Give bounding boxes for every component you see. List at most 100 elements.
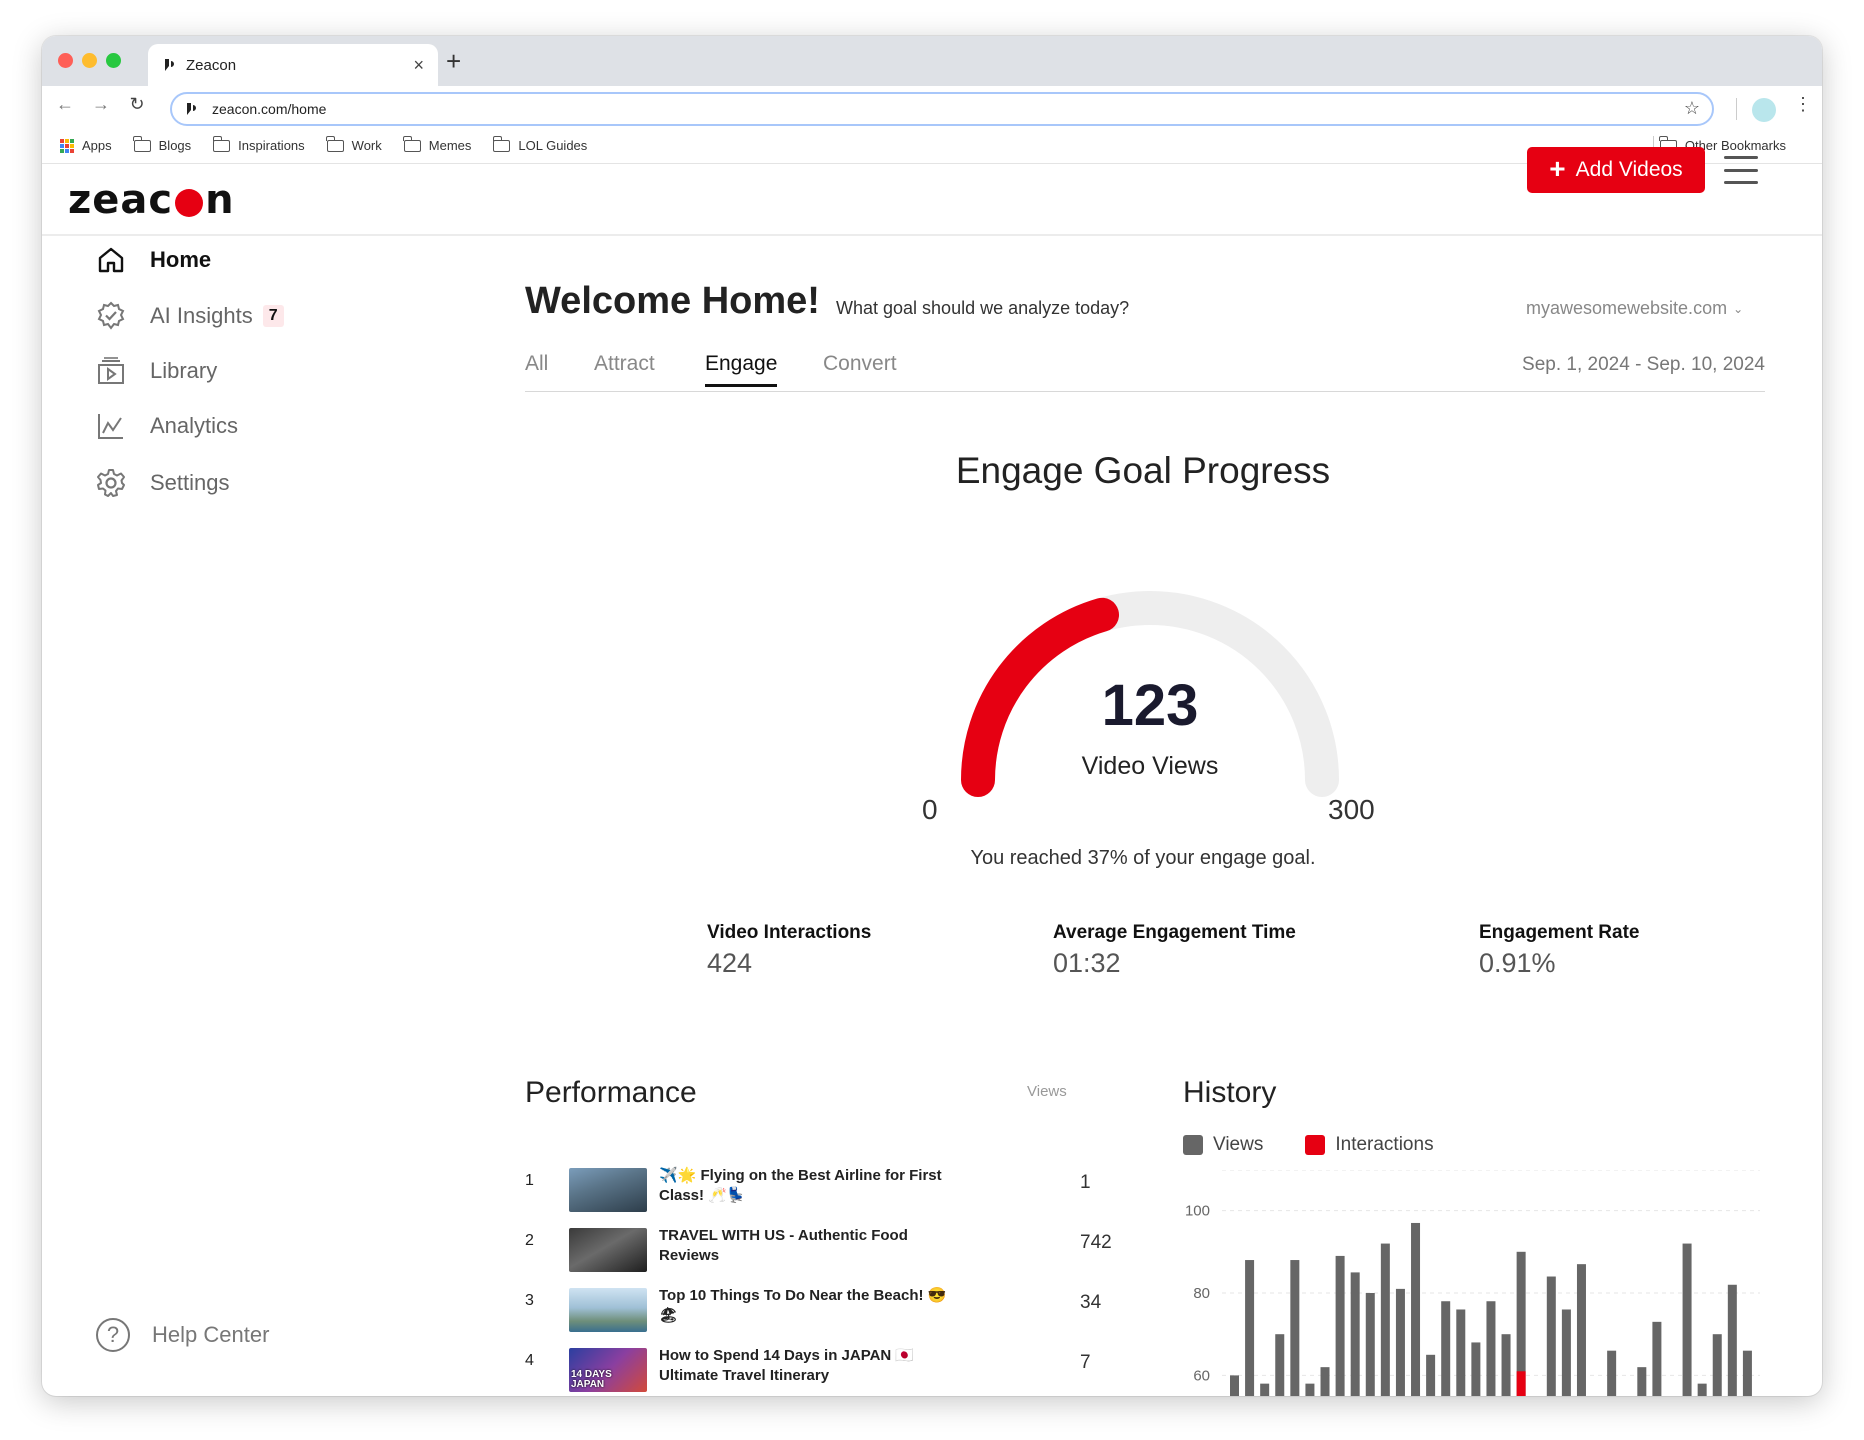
bookmark-lol-guides[interactable]: LOL Guides	[492, 135, 587, 153]
close-window-button[interactable]	[58, 53, 73, 68]
sidebar-item-ai-insights[interactable]: AI Insights 7	[96, 301, 284, 331]
bookmark-star-icon[interactable]: ☆	[1684, 98, 1700, 119]
history-bar-chart: 100 80 60	[1185, 1170, 1760, 1396]
bookmark-label: Work	[351, 138, 382, 153]
views-bar[interactable]	[1471, 1342, 1481, 1396]
views-bar[interactable]	[1697, 1383, 1707, 1396]
views-bar[interactable]	[1637, 1367, 1647, 1396]
gauge-value: 123	[1101, 673, 1199, 738]
bookmark-work[interactable]: Work	[326, 135, 382, 153]
table-row[interactable]: 4 14 DAYS JAPAN How to Spend 14 Days in …	[525, 1346, 1115, 1396]
views-bar[interactable]	[1561, 1309, 1571, 1396]
maximize-window-button[interactable]	[106, 53, 121, 68]
views-bar[interactable]	[1546, 1276, 1556, 1396]
legend-item-interactions[interactable]: Interactions	[1305, 1134, 1434, 1156]
browser-menu-icon[interactable]: ⋮	[1794, 94, 1812, 115]
gauge-title: Engage Goal Progress	[955, 450, 1331, 491]
table-row[interactable]: 2 TRAVEL WITH US - Authentic Food Review…	[525, 1226, 1115, 1276]
views-bar[interactable]	[1395, 1288, 1405, 1396]
views-bar[interactable]	[1230, 1375, 1239, 1396]
site-selector-value: myawesomewebsite.com	[1526, 298, 1728, 318]
tab-convert[interactable]: Convert	[823, 352, 897, 384]
close-tab-icon[interactable]: ×	[413, 55, 424, 76]
browser-tab[interactable]: Zeacon ×	[148, 44, 438, 86]
address-bar[interactable]: zeacon.com/home ☆	[170, 92, 1714, 126]
zeacon-favicon-icon	[165, 59, 174, 71]
video-thumbnail[interactable]	[569, 1228, 647, 1272]
table-row[interactable]: 3 Top 10 Things To Do Near the Beach! 😎🏖…	[525, 1286, 1115, 1336]
views-bar[interactable]	[1742, 1350, 1752, 1396]
views-bar[interactable]	[1426, 1354, 1436, 1396]
tab-attract[interactable]: Attract	[594, 352, 655, 384]
views-bar[interactable]	[1456, 1309, 1466, 1396]
row-rank: 2	[525, 1232, 534, 1249]
video-thumbnail[interactable]	[569, 1288, 647, 1332]
tab-all[interactable]: All	[525, 352, 548, 384]
views-bar[interactable]	[1576, 1264, 1586, 1396]
profile-avatar[interactable]	[1752, 98, 1776, 122]
home-icon	[96, 245, 126, 275]
video-thumbnail[interactable]: 14 DAYS JAPAN	[569, 1348, 647, 1392]
tab-engage[interactable]: Engage	[705, 352, 778, 387]
sidebar-item-label: Home	[150, 247, 212, 272]
views-bar[interactable]	[1365, 1293, 1375, 1396]
views-bar[interactable]	[1305, 1383, 1315, 1396]
sidebar-item-home[interactable]: Home	[96, 245, 211, 275]
reload-icon[interactable]: ↻	[126, 94, 148, 115]
site-info-icon[interactable]	[184, 101, 200, 117]
views-bar[interactable]	[1260, 1383, 1270, 1396]
views-bar[interactable]	[1380, 1243, 1390, 1396]
add-videos-label: Add Videos	[1575, 158, 1683, 181]
sidebar-item-label: AI Insights	[150, 303, 253, 328]
table-row[interactable]: 1 ✈️🌟 Flying on the Best Airline for Fir…	[525, 1166, 1115, 1216]
video-title[interactable]: ✈️🌟 Flying on the Best Airline for First…	[659, 1166, 959, 1206]
video-title[interactable]: How to Spend 14 Days in JAPAN 🇯🇵 Ultimat…	[659, 1346, 959, 1386]
views-bar[interactable]	[1486, 1301, 1496, 1396]
sidebar-item-library[interactable]: Library	[96, 356, 217, 386]
views-bar[interactable]	[1335, 1255, 1345, 1396]
zeacon-logo[interactable]: zeac n	[68, 177, 235, 223]
bookmark-apps[interactable]: Apps	[60, 138, 112, 153]
bookmark-inspirations[interactable]: Inspirations	[212, 135, 305, 153]
new-tab-button[interactable]: +	[446, 46, 461, 77]
bookmark-blogs[interactable]: Blogs	[133, 135, 192, 153]
apps-grid-icon	[60, 138, 74, 153]
window-controls	[58, 53, 121, 68]
interactions-bar[interactable]	[1516, 1371, 1526, 1396]
row-rank: 4	[525, 1352, 534, 1369]
bookmark-memes[interactable]: Memes	[403, 135, 472, 153]
bookmark-label: Memes	[428, 138, 472, 153]
views-bar[interactable]	[1607, 1350, 1617, 1396]
views-bar[interactable]	[1320, 1367, 1330, 1396]
views-bar[interactable]	[1245, 1260, 1255, 1396]
tab-title: Zeacon	[186, 56, 237, 74]
views-bar[interactable]	[1411, 1222, 1421, 1396]
views-bar[interactable]	[1441, 1301, 1451, 1396]
site-selector[interactable]: myawesomewebsite.com ⌄	[1526, 298, 1743, 319]
legend-item-views[interactable]: Views	[1183, 1134, 1263, 1156]
minimize-window-button[interactable]	[82, 53, 97, 68]
views-bar[interactable]	[1275, 1334, 1285, 1396]
views-bar[interactable]	[1290, 1260, 1300, 1396]
stat-label: Engagement Rate	[1479, 922, 1640, 943]
history-title: History	[1183, 1076, 1277, 1109]
bookmark-label: Blogs	[158, 138, 192, 153]
views-bar[interactable]	[1712, 1334, 1722, 1396]
add-videos-button[interactable]: + Add Videos	[1527, 147, 1705, 193]
back-icon[interactable]: ←	[54, 94, 76, 115]
views-bar[interactable]	[1727, 1284, 1737, 1396]
help-center-link[interactable]: ? Help Center	[96, 1318, 269, 1352]
video-title[interactable]: Top 10 Things To Do Near the Beach! 😎🏖	[659, 1286, 959, 1326]
views-bar[interactable]	[1501, 1334, 1511, 1396]
views-bar[interactable]	[1350, 1272, 1360, 1396]
page-subtitle: What goal should we analyze today?	[836, 298, 1130, 318]
views-bar[interactable]	[1682, 1243, 1692, 1396]
video-thumbnail[interactable]	[569, 1168, 647, 1212]
forward-icon[interactable]: →	[90, 94, 112, 115]
toolbar-divider	[1736, 98, 1737, 120]
sidebar-item-analytics[interactable]: Analytics	[96, 411, 238, 441]
date-range-picker[interactable]: Sep. 1, 2024 - Sep. 10, 2024	[1522, 354, 1765, 376]
views-bar[interactable]	[1652, 1321, 1662, 1396]
video-title[interactable]: TRAVEL WITH US - Authentic Food Reviews	[659, 1226, 959, 1266]
hamburger-menu-icon[interactable]	[1724, 156, 1758, 184]
